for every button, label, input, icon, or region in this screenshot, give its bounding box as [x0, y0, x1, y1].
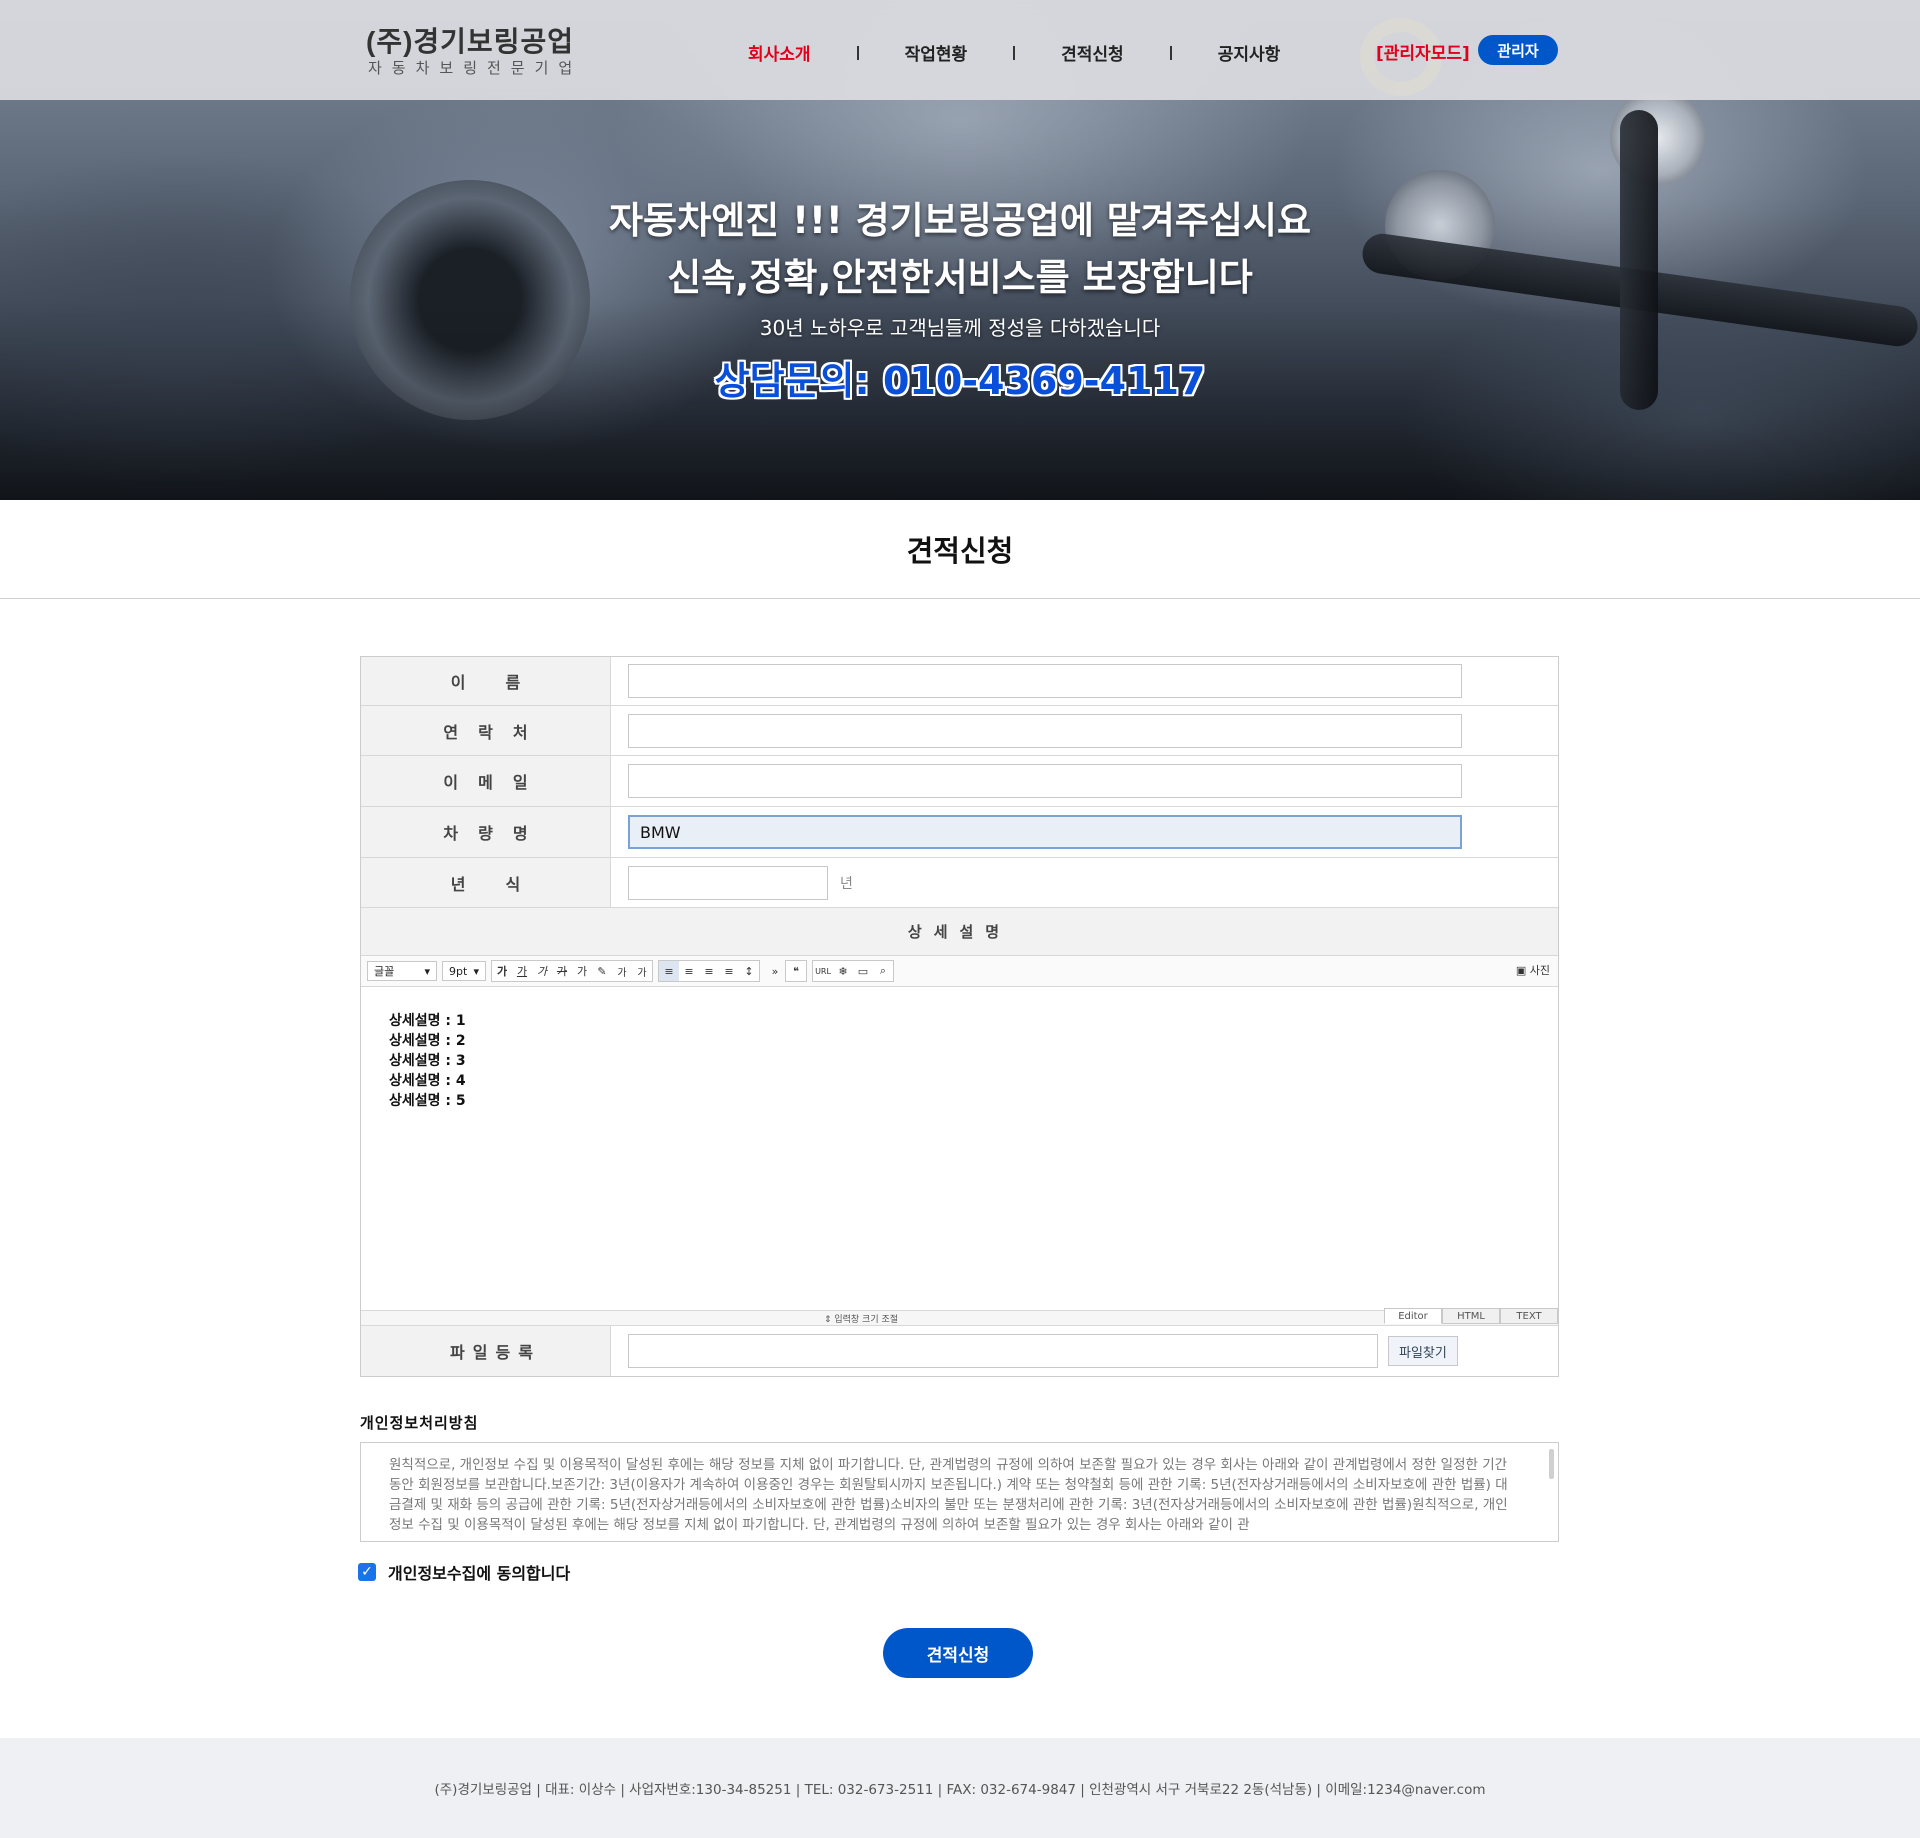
agree-checkbox[interactable]: ✓	[358, 1563, 376, 1581]
tab-text[interactable]: TEXT	[1500, 1308, 1558, 1324]
admin-button[interactable]: 관리자	[1478, 35, 1558, 65]
name-label: 이름	[361, 657, 611, 705]
header-bar: (주)경기보링공업 자동차보링전문기업 회사소개 작업현황 견적신청 공지사항 …	[0, 0, 1920, 100]
editor-footer: ⇕ 입력창 크기 조절 Editor HTML TEXT	[361, 1308, 1558, 1326]
form-row-contact: 연락처	[361, 706, 1558, 756]
footer: (주)경기보링공업 | 대표: 이상수 | 사업자번호:130-34-85251…	[0, 1738, 1920, 1838]
nav-item-works[interactable]: 작업현황	[905, 40, 968, 65]
editor-mode-tabs: Editor HTML TEXT	[1384, 1308, 1558, 1324]
chevron-down-icon: ▾	[424, 964, 430, 978]
form-row-car: 차량명 BMW	[361, 807, 1558, 858]
search-icon[interactable]: ⌕	[873, 961, 893, 981]
hero-subheadline: 신속,정확,안전한서비스를 보장합니다	[667, 256, 1253, 299]
tab-editor[interactable]: Editor	[1384, 1308, 1442, 1324]
email-label: 이메일	[361, 756, 611, 806]
hero-headline: 자동차엔진 !!! 경기보링공업에 맡겨주십시요	[609, 199, 1311, 242]
email-input[interactable]	[628, 764, 1462, 798]
align-group: ≡ ≡ ≡ ≡ ↕	[658, 960, 760, 982]
photo-button[interactable]: ▣ 사진	[1516, 962, 1550, 978]
file-label: 파일등록	[361, 1326, 611, 1376]
font-size-select[interactable]: 9pt ▾	[442, 961, 486, 981]
editor-line: 상세설명 : 5	[389, 1093, 466, 1109]
nav-divider	[856, 45, 859, 60]
editor-line: 상세설명 : 4	[389, 1073, 466, 1089]
divider	[0, 598, 1920, 599]
estimate-form: 이름 연락처 이메일 차량명 BMW 년식 년 상세설명 글꼴 ▾ 9pt ▾ 가 …	[360, 656, 1559, 1377]
privacy-text: 원칙적으로, 개인정보 수집 및 이용목적이 달성된 후에는 해당 정보를 지체…	[389, 1457, 1508, 1533]
nav-item-estimate[interactable]: 견적신청	[1061, 40, 1124, 65]
privacy-agree[interactable]: ✓ 개인정보수집에 동의합니다	[358, 1560, 570, 1584]
editor-line: 상세설명 : 1	[389, 1013, 466, 1029]
editor-toolbar: 글꼴 ▾ 9pt ▾ 가 가 가 가 가 ✎ 가 가 ≡ ≡ ≡ ≡ ↕ » ❝ U…	[361, 956, 1558, 987]
privacy-textbox[interactable]: 원칙적으로, 개인정보 수집 및 이용목적이 달성된 후에는 해당 정보를 지체…	[360, 1442, 1559, 1542]
text-style-group: 가 가 가 가 가 ✎ 가 가	[491, 960, 653, 982]
file-browse-button[interactable]: 파일찾기	[1388, 1336, 1458, 1366]
quote-group: ❝	[785, 960, 807, 982]
hero-banner: (주)경기보링공업 자동차보링전문기업 회사소개 작업현황 견적신청 공지사항 …	[0, 0, 1920, 500]
image-icon: ▣	[1515, 964, 1527, 977]
page-title: 견적신청	[906, 534, 1014, 568]
more-icon[interactable]: »	[765, 961, 785, 981]
year-input[interactable]	[628, 865, 828, 900]
bold-button[interactable]: 가	[492, 961, 512, 981]
form-row-email: 이메일	[361, 756, 1558, 807]
tab-html[interactable]: HTML	[1442, 1308, 1500, 1324]
underline-button[interactable]: 가	[512, 961, 532, 981]
logo-subtitle: 자동차보링전문기업	[368, 59, 583, 77]
font-select[interactable]: 글꼴 ▾	[367, 961, 437, 981]
link-icon[interactable]: URL	[813, 961, 833, 981]
align-center-icon[interactable]: ≡	[679, 961, 699, 981]
superscript-button[interactable]: 가	[612, 961, 632, 981]
contact-input[interactable]	[628, 713, 1462, 748]
quote-icon[interactable]: ❝	[786, 961, 806, 981]
special-char-icon[interactable]: ❄	[833, 961, 853, 981]
italic-button[interactable]: 가	[532, 961, 552, 981]
nav-item-notice[interactable]: 공지사항	[1218, 40, 1281, 65]
table-icon[interactable]: ▭	[853, 961, 873, 981]
car-label: 차량명	[361, 807, 611, 857]
hero-tagline: 30년 노하우로 고객님들께 정성을 다하겠습니다	[759, 316, 1161, 340]
font-color-button[interactable]: 가	[572, 961, 592, 981]
align-right-icon[interactable]: ≡	[699, 961, 719, 981]
admin-mode-link[interactable]: [관리자모드]	[1376, 39, 1470, 64]
chevron-down-icon: ▾	[473, 964, 479, 978]
submit-button[interactable]: 견적신청	[883, 1628, 1033, 1678]
subscript-button[interactable]: 가	[632, 961, 652, 981]
footer-info: (주)경기보링공업 | 대표: 이상수 | 사업자번호:130-34-85251…	[434, 1782, 1486, 1798]
editor-line: 상세설명 : 3	[389, 1053, 466, 1069]
year-unit: 년	[840, 875, 853, 892]
privacy-title: 개인정보처리방침	[360, 1414, 479, 1432]
editor-area[interactable]: 상세설명 : 1 상세설명 : 2 상세설명 : 3 상세설명 : 4 상세설명…	[361, 987, 1558, 1311]
year-label: 년식	[361, 858, 611, 907]
strike-button[interactable]: 가	[552, 961, 572, 981]
logo-title[interactable]: (주)경기보링공업	[366, 20, 574, 60]
scrollbar[interactable]	[1549, 1449, 1554, 1479]
form-row-year: 년식 년	[361, 858, 1558, 908]
car-input[interactable]: BMW	[628, 815, 1462, 849]
align-justify-icon[interactable]: ≡	[719, 961, 739, 981]
insert-group: URL ❄ ▭ ⌕	[812, 960, 894, 982]
align-left-icon[interactable]: ≡	[659, 961, 679, 981]
editor-line: 상세설명 : 2	[389, 1033, 466, 1049]
resize-handle[interactable]: ⇕ 입력창 크기 조절	[361, 1312, 1361, 1325]
agree-label: 개인정보수집에 동의합니다	[388, 1564, 571, 1583]
main-nav: 회사소개 작업현황 견적신청 공지사항	[748, 40, 1280, 65]
hero-phone: 상담문의: 010-4369-4117	[714, 359, 1206, 403]
detail-label: 상세설명	[361, 908, 1558, 956]
file-path-input[interactable]	[628, 1334, 1378, 1368]
form-row-name: 이름	[361, 657, 1558, 706]
form-row-file: 파일등록 파일찾기	[361, 1326, 1558, 1376]
nav-divider	[1169, 45, 1172, 60]
highlight-icon[interactable]: ✎	[592, 961, 612, 981]
nav-item-about[interactable]: 회사소개	[748, 40, 811, 65]
nav-divider	[1013, 45, 1016, 60]
name-input[interactable]	[628, 664, 1462, 698]
contact-label: 연락처	[361, 706, 611, 755]
line-height-icon[interactable]: ↕	[739, 961, 759, 981]
